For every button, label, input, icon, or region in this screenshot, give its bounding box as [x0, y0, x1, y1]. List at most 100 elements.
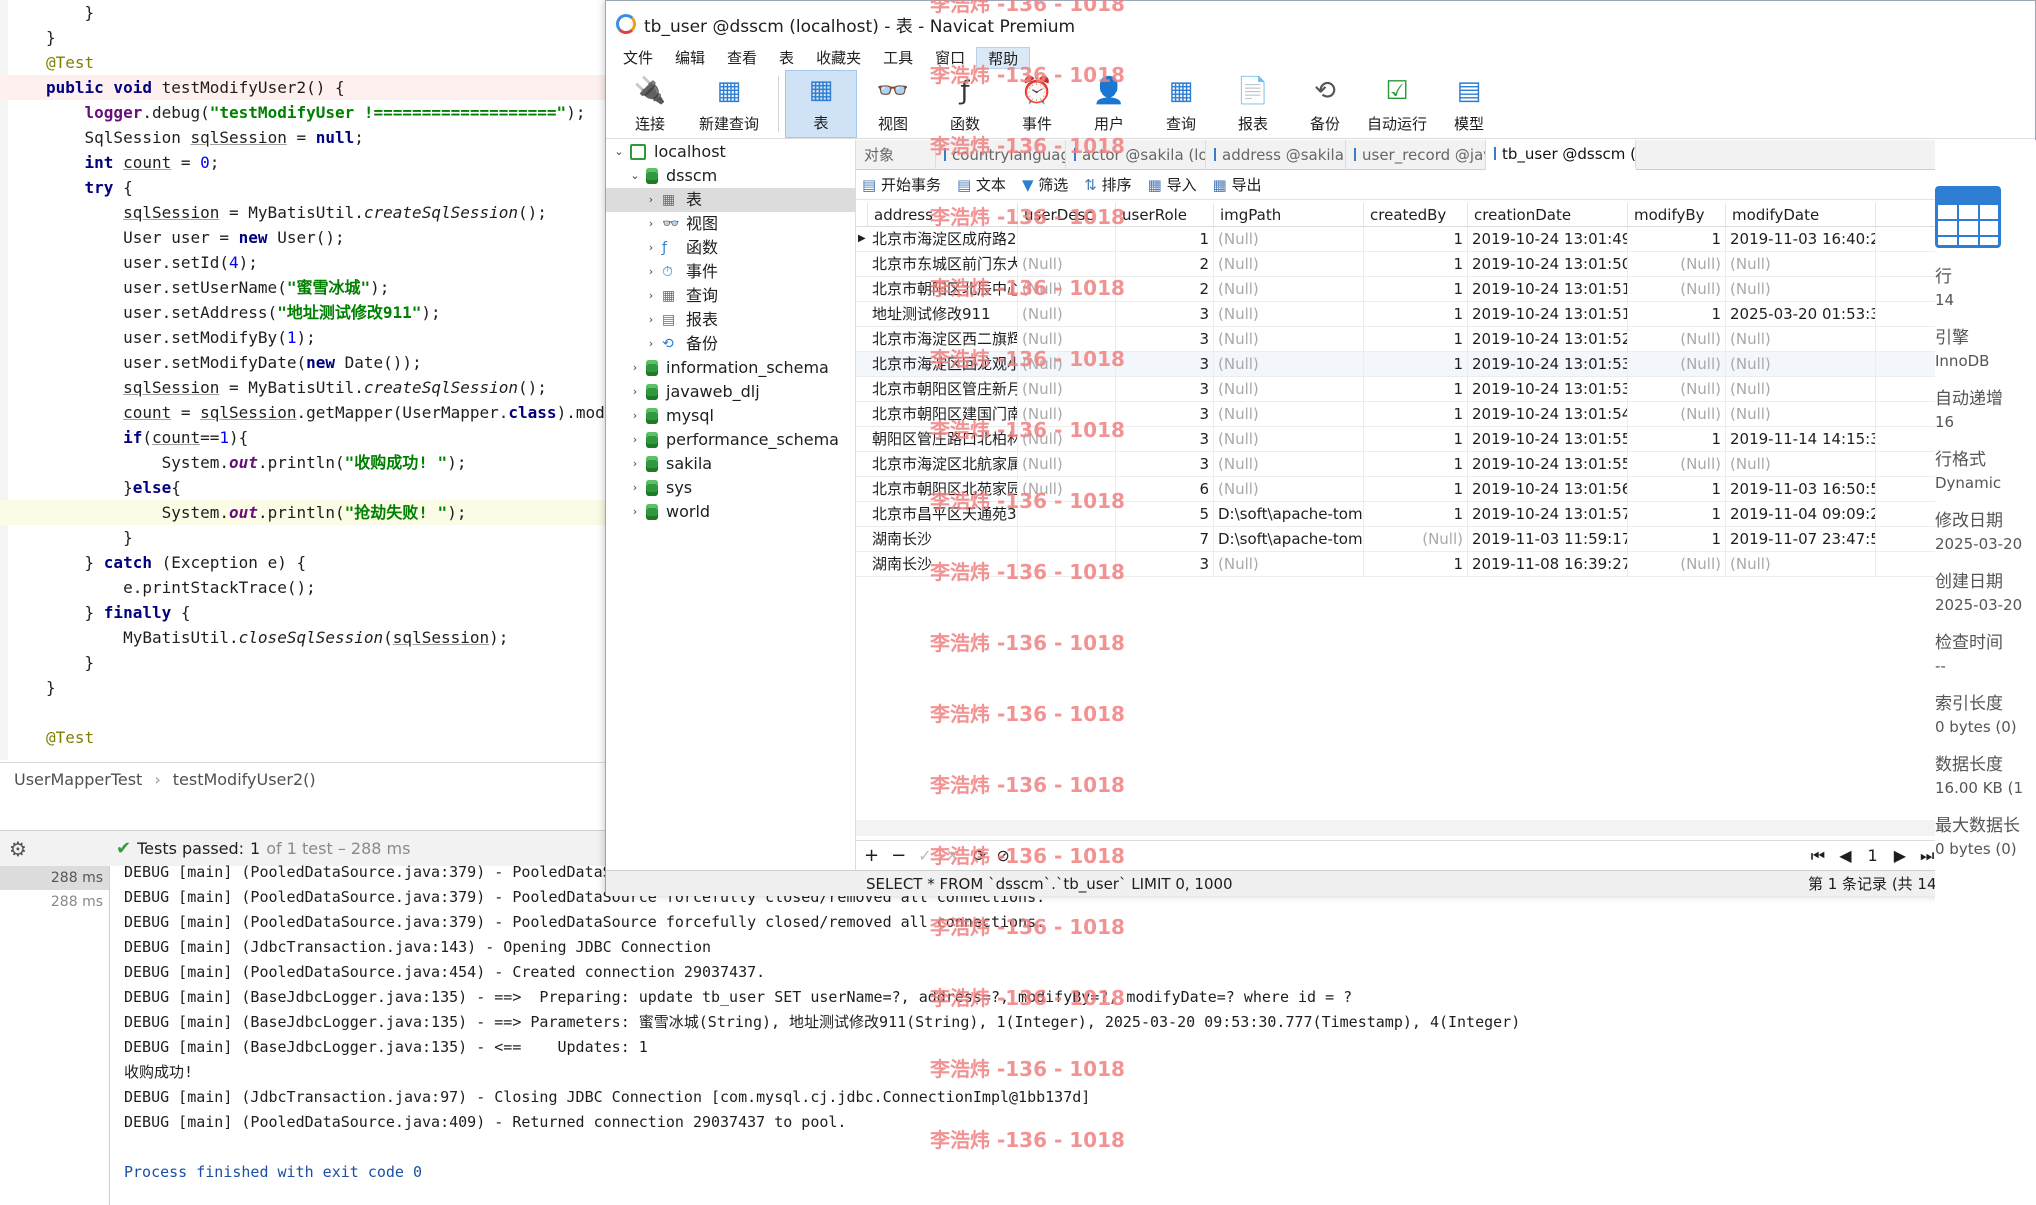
- table-cell[interactable]: 2019-10-24 13:01:55: [1468, 452, 1628, 476]
- table-cell[interactable]: (Null): [1018, 302, 1116, 326]
- code-line[interactable]: }: [0, 25, 605, 50]
- table-cell[interactable]: (Null): [1018, 402, 1116, 426]
- table-cell[interactable]: (Null): [1018, 352, 1116, 376]
- table-cell[interactable]: (Null): [1018, 252, 1116, 276]
- code-line[interactable]: MyBatisUtil.closeSqlSession(sqlSession);: [0, 625, 605, 650]
- table-cell[interactable]: 2019-10-24 13:01:50: [1468, 252, 1628, 276]
- table-cell[interactable]: 1: [1364, 502, 1468, 526]
- table-cell[interactable]: (Null): [1726, 352, 1876, 376]
- row-selector[interactable]: [856, 502, 868, 526]
- menu-item[interactable]: 工具: [872, 47, 924, 69]
- chevron-icon[interactable]: ›: [628, 380, 642, 404]
- table-cell[interactable]: 3: [1116, 402, 1214, 426]
- table-cell[interactable]: 北京市朝阳区管庄新月: [868, 377, 1018, 401]
- code-line[interactable]: user.setModifyBy(1);: [0, 325, 605, 350]
- table-cell[interactable]: 2019-10-24 13:01:53: [1468, 377, 1628, 401]
- table-cell[interactable]: 北京市朝阳区建国门南: [868, 402, 1018, 426]
- table-cell[interactable]: 北京市朝阳区北苑家园: [868, 477, 1018, 501]
- row-selector[interactable]: [856, 477, 868, 501]
- table-cell[interactable]: 1: [1364, 327, 1468, 351]
- table-cell[interactable]: (Null): [1628, 452, 1726, 476]
- table-cell[interactable]: (Null): [1214, 552, 1364, 576]
- tree-item[interactable]: › ⟲ 备份: [606, 332, 855, 356]
- table-cell[interactable]: 2019-11-03 11:59:17: [1468, 527, 1628, 551]
- code-line[interactable]: user.setModifyDate(new Date());: [0, 350, 605, 375]
- code-line[interactable]: user.setUserName("蜜雪冰城");: [0, 275, 605, 300]
- table-cell[interactable]: 1: [1364, 302, 1468, 326]
- table-cell[interactable]: (Null): [1628, 277, 1726, 301]
- table-cell[interactable]: 3: [1116, 552, 1214, 576]
- chevron-icon[interactable]: ›: [644, 284, 658, 308]
- table-cell[interactable]: (Null): [1214, 302, 1364, 326]
- menu-item[interactable]: 编辑: [664, 47, 716, 69]
- chevron-icon[interactable]: ›: [628, 476, 642, 500]
- table-cell[interactable]: 3: [1116, 427, 1214, 451]
- chevron-icon[interactable]: ›: [628, 500, 642, 524]
- table-cell[interactable]: 2019-10-24 13:01:56: [1468, 477, 1628, 501]
- row-selector[interactable]: [856, 527, 868, 551]
- table-cell[interactable]: 北京市海淀区成府路20: [868, 227, 1018, 251]
- test-time-method[interactable]: 288 ms: [0, 890, 109, 914]
- table-cell[interactable]: (Null): [1628, 402, 1726, 426]
- chevron-icon[interactable]: ⌄: [612, 140, 626, 164]
- table-cell[interactable]: D:\soft\apache-tomc: [1214, 527, 1364, 551]
- table-cell[interactable]: 1: [1364, 252, 1468, 276]
- code-line[interactable]: System.out.println("抢劫失败! ");: [0, 500, 605, 525]
- row-selector[interactable]: [856, 302, 868, 326]
- breadcrumb-method[interactable]: testModifyUser2(): [173, 770, 316, 789]
- table-cell[interactable]: 北京市海淀区回龙观小: [868, 352, 1018, 376]
- table-cell[interactable]: (Null): [1214, 477, 1364, 501]
- table-cell[interactable]: 2019-10-24 13:01:51: [1468, 277, 1628, 301]
- chevron-icon[interactable]: ›: [644, 212, 658, 236]
- row-selector[interactable]: ▶: [856, 227, 868, 251]
- table-cell[interactable]: (Null): [1214, 277, 1364, 301]
- chevron-icon[interactable]: ›: [628, 452, 642, 476]
- table-cell[interactable]: 1: [1116, 227, 1214, 251]
- table-cell[interactable]: 地址测试修改911: [868, 302, 1018, 326]
- row-selector[interactable]: [856, 277, 868, 301]
- apply-icon[interactable]: ✓: [918, 846, 931, 865]
- column-header-creationDate[interactable]: creationDate: [1468, 203, 1628, 226]
- row-selector[interactable]: [856, 427, 868, 451]
- page-number[interactable]: 1: [1868, 846, 1878, 865]
- row-selector[interactable]: [856, 377, 868, 401]
- table-cell[interactable]: 3: [1116, 377, 1214, 401]
- row-selector[interactable]: [856, 452, 868, 476]
- tab-table[interactable]: countrylanguage ...: [936, 139, 1066, 170]
- table-cell[interactable]: 2019-11-07 23:47:52: [1726, 527, 1876, 551]
- table-cell[interactable]: 1: [1364, 277, 1468, 301]
- table-cell[interactable]: 1: [1628, 477, 1726, 501]
- breadcrumb-class[interactable]: UserMapperTest: [14, 770, 142, 789]
- table-cell[interactable]: (Null): [1726, 327, 1876, 351]
- table-cell[interactable]: 北京市东城区前门东大: [868, 252, 1018, 276]
- tree-item[interactable]: › 👓 视图: [606, 212, 855, 236]
- menu-item[interactable]: 窗口: [924, 47, 976, 69]
- code-line[interactable]: @Test: [0, 725, 605, 750]
- code-line[interactable]: e.printStackTrace();: [0, 575, 605, 600]
- table-cell[interactable]: (Null): [1628, 377, 1726, 401]
- code-line[interactable]: public void testModifyUser2() {: [0, 75, 605, 100]
- table-cell[interactable]: D:\soft\apache-tomc: [1214, 502, 1364, 526]
- table-cell[interactable]: (Null): [1628, 252, 1726, 276]
- table-row[interactable]: 北京市海淀区西二旗辉 (Null) 3 (Null) 1 2019-10-24 13:01…: [856, 327, 2002, 352]
- table-cell[interactable]: 6: [1116, 477, 1214, 501]
- table-row[interactable]: 北京市朝阳区管庄新月 (Null) 3 (Null) 1 2019-10-24 13:01…: [856, 377, 2002, 402]
- toolbar-query-button[interactable]: ▦ 查询: [1145, 70, 1217, 138]
- table-cell[interactable]: 2019-10-24 13:01:57: [1468, 502, 1628, 526]
- table-cell[interactable]: (Null): [1726, 252, 1876, 276]
- table-cell[interactable]: 1: [1628, 227, 1726, 251]
- chevron-icon[interactable]: ›: [644, 332, 658, 356]
- tree-item[interactable]: › ⏱ 事件: [606, 260, 855, 284]
- code-line[interactable]: user.setAddress("地址测试修改911");: [0, 300, 605, 325]
- chevron-icon[interactable]: ›: [628, 404, 642, 428]
- table-cell[interactable]: 2019-11-03 16:40:25: [1726, 227, 1876, 251]
- table-cell[interactable]: 1: [1364, 552, 1468, 576]
- tree-item[interactable]: › ▦ 表: [606, 188, 855, 212]
- sort-button[interactable]: ⇅ 排序: [1084, 174, 1131, 195]
- table-cell[interactable]: 1: [1364, 227, 1468, 251]
- table-cell[interactable]: 2019-10-24 13:01:55: [1468, 427, 1628, 451]
- code-line[interactable]: SqlSession sqlSession = null;: [0, 125, 605, 150]
- toolbar-view-button[interactable]: 👓 视图: [857, 70, 929, 138]
- console-output[interactable]: DEBUG [main] (PooledDataSource.java:379)…: [124, 860, 2024, 1185]
- table-cell[interactable]: 1: [1364, 477, 1468, 501]
